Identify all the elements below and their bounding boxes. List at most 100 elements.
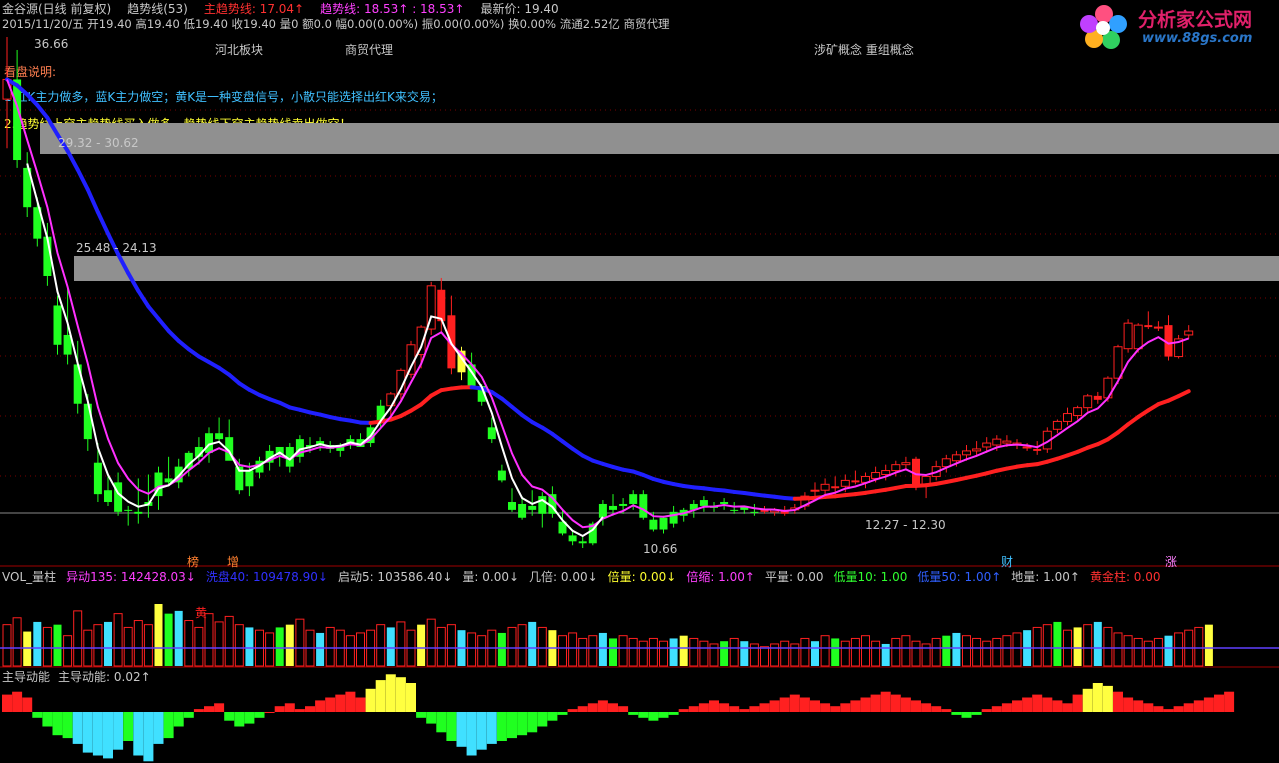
power-bar-104: [1052, 700, 1063, 712]
candle-body-53: [538, 496, 547, 514]
candle-body-9: [93, 462, 102, 495]
power-bar-85: [860, 697, 871, 712]
power-bar-29: [294, 709, 305, 712]
vol-bar-95: [962, 635, 971, 667]
power-bar-89: [900, 697, 911, 712]
candle-body-83: [840, 479, 850, 487]
power-item-1: 主导动能: 0.02↑: [58, 670, 151, 684]
vol-bar-99: [1002, 635, 1012, 667]
power-bar-78: [789, 694, 800, 712]
power-bar-100: [1012, 700, 1022, 712]
power-bar-33: [335, 694, 346, 712]
vol-bar-7: [73, 610, 83, 667]
power-bar-119: [1203, 697, 1214, 712]
candle-body-63: [639, 494, 648, 518]
vol-bar-14: [143, 624, 153, 667]
vol-bar-114: [1153, 637, 1163, 667]
candle-body-48: [487, 427, 496, 440]
vol-item-2: 洗盘40: 109478.90↓: [205, 570, 328, 584]
vol-bar-18: [184, 620, 194, 667]
vol-bar-39: [396, 621, 406, 667]
candle-body-74: [750, 511, 759, 513]
site-logo[interactable]: 分析家公式网 www.88gs.com: [1076, 2, 1276, 52]
vol-bar-68: [689, 637, 699, 667]
vol-bar-35: [356, 632, 365, 667]
power-bar-14: [143, 712, 154, 762]
candle-body-113: [1144, 325, 1153, 328]
stock-chart-canvas[interactable]: [0, 0, 1279, 763]
candle-body-43: [437, 289, 446, 322]
vol-bar-32: [325, 626, 335, 667]
power-bar-1: [12, 691, 23, 712]
power-bar-117: [1183, 703, 1194, 712]
vol-bar-106: [1073, 627, 1082, 666]
power-bar-121: [1224, 691, 1235, 712]
power-bar-24: [244, 712, 255, 724]
vol-marker-huang: 黄: [195, 606, 208, 620]
candle-body-114: [1153, 326, 1163, 329]
power-bar-75: [759, 703, 770, 712]
candle-body-71: [720, 502, 729, 504]
candle-body-8: [83, 403, 92, 440]
main-trend-seg-3: [35, 103, 50, 120]
power-bar-83: [840, 703, 851, 712]
power-bar-12: [123, 712, 134, 741]
vol-bar-1: [12, 617, 22, 667]
power-bar-105: [1062, 703, 1073, 712]
candle-body-5: [53, 305, 62, 345]
candle-body-97: [982, 442, 992, 448]
power-bar-21: [214, 703, 225, 712]
candle-body-88: [891, 464, 901, 472]
power-bar-115: [1163, 709, 1174, 712]
vol-bar-96: [972, 637, 982, 667]
band-upper: [40, 123, 1279, 154]
vol-bar-59: [598, 632, 607, 666]
candle-body-106: [1073, 407, 1083, 417]
vol-bar-116: [1174, 632, 1184, 667]
candle-body-12: [124, 509, 133, 511]
vol-item-11: 地量: 1.00↑: [1011, 570, 1080, 584]
main-trend-seg-16: [166, 328, 181, 343]
vol-bar-83: [840, 640, 850, 667]
power-bar-44: [446, 712, 457, 741]
vol-bar-22: [224, 615, 234, 667]
vol-bar-3: [33, 621, 42, 666]
candle-body-90: [912, 458, 920, 485]
vol-bar-9: [93, 624, 103, 667]
power-bar-48: [486, 712, 497, 744]
power-bar-30: [305, 706, 315, 712]
vol-bar-103: [1042, 624, 1052, 667]
label-low: 10.66: [643, 542, 678, 556]
power-bar-91: [921, 703, 932, 712]
power-bar-93: [941, 709, 952, 712]
power-bar-82: [830, 706, 841, 712]
power-bar-63: [638, 712, 649, 718]
power-bar-108: [1092, 683, 1103, 712]
candle-body-21: [215, 433, 224, 440]
vol-bar-102: [1032, 626, 1042, 667]
vol-bar-92: [931, 637, 941, 667]
vol-bar-12: [123, 626, 133, 667]
vol-bar-84: [850, 637, 860, 667]
candle-body-50: [508, 502, 516, 510]
vol-bar-46: [467, 632, 477, 667]
power-bar-11: [113, 712, 124, 750]
vol-bar-29: [295, 618, 305, 667]
volume-indicator-row: VOL_量柱 异动135: 142428.03↓ 洗盘40: 109478.90↓ 启…: [2, 569, 1171, 585]
power-bar-36: [365, 688, 376, 712]
vol-bar-88: [891, 637, 901, 667]
candle-body-80: [810, 489, 820, 492]
power-bar-98: [991, 706, 1002, 712]
power-bar-65: [658, 712, 669, 718]
candle-body-82: [831, 486, 840, 489]
vol-bar-52: [528, 621, 537, 666]
power-bar-88: [890, 694, 901, 712]
candle-body-110: [1113, 346, 1123, 379]
power-bar-64: [648, 712, 659, 721]
vol-bar-51: [517, 624, 527, 667]
power-bar-37: [375, 680, 386, 712]
vol-bar-24: [245, 627, 254, 666]
candle-body-65: [659, 517, 668, 530]
power-bar-86: [870, 694, 881, 712]
power-bar-47: [476, 712, 487, 750]
